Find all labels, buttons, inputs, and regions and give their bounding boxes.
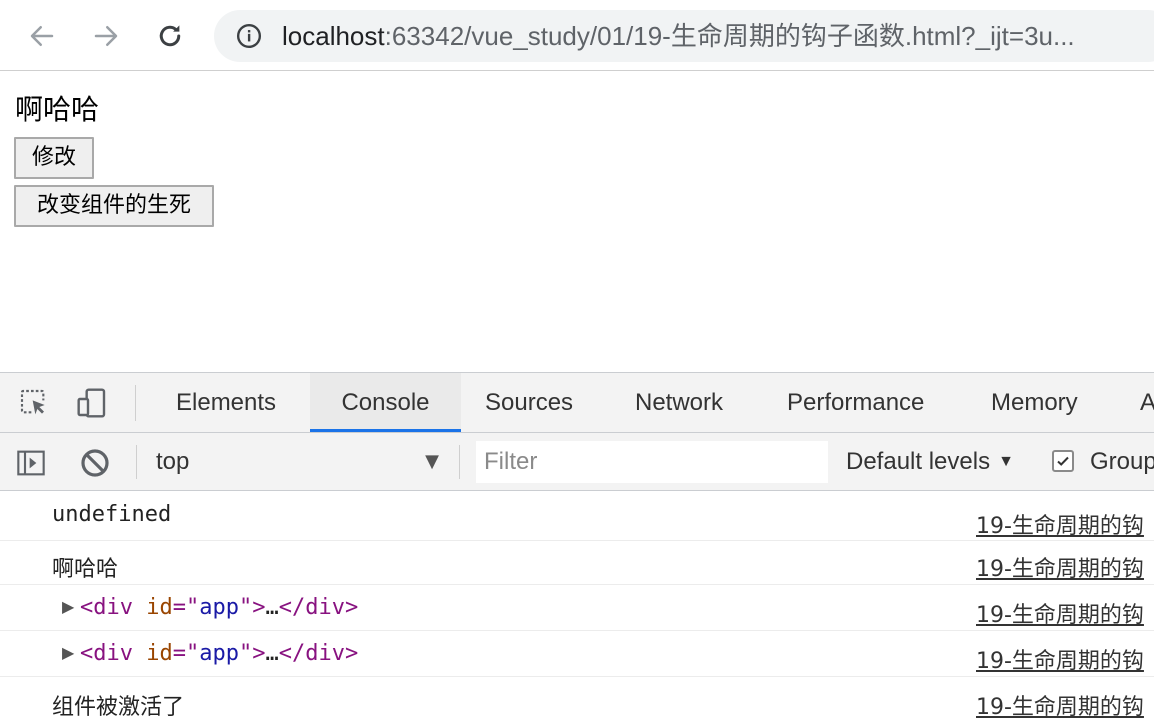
reload-icon — [159, 25, 181, 47]
url-path: :63342/vue_study/01/19-生命周期的钩子函数.html?_i… — [384, 21, 1075, 51]
arrow-left-icon — [30, 26, 54, 46]
device-icon — [77, 388, 106, 418]
clear-icon — [81, 449, 109, 477]
log-levels-label: Default levels — [846, 448, 991, 475]
console-message: undefined 19-生命周期的钩 — [0, 491, 1154, 541]
log-levels-dropdown[interactable]: Default levels ▼ — [846, 442, 1014, 482]
console-filter-input[interactable] — [476, 441, 828, 483]
console-source-link[interactable]: 19-生命周期的钩 — [976, 597, 1144, 629]
console-source-link[interactable]: 19-生命周期的钩 — [976, 508, 1144, 540]
tab-memory[interactable]: Memory — [991, 373, 1078, 432]
expand-triangle-icon[interactable]: ▶ — [62, 597, 74, 616]
inspect-element-button[interactable] — [16, 385, 52, 421]
toolbar-divider — [135, 385, 136, 421]
tab-sources[interactable]: Sources — [485, 373, 573, 432]
console-source-link[interactable]: 19-生命周期的钩 — [976, 689, 1144, 721]
info-icon[interactable] — [236, 23, 262, 49]
group-similar-checkbox[interactable] — [1052, 450, 1074, 472]
sidebar-icon — [17, 450, 45, 476]
console-message-text: 组件被激活了 — [52, 695, 185, 720]
console-message-text: undefined — [52, 502, 172, 527]
inspect-icon — [20, 389, 45, 415]
dropdown-arrow-icon: ▼ — [425, 451, 439, 472]
tab-console[interactable]: Console — [310, 373, 461, 432]
clear-console-button[interactable] — [78, 446, 112, 480]
browser-toolbar: localhost:63342/vue_study/01/19-生命周期的钩子函… — [0, 0, 1154, 71]
context-value: top — [156, 448, 190, 475]
filterbar-divider — [136, 445, 137, 479]
modify-button[interactable]: 修改 — [14, 137, 94, 179]
console-message[interactable]: ▶ <div id="app">…</div> 19-生命周期的钩 — [0, 631, 1154, 677]
console-element-node[interactable]: <div id="app">…</div> — [80, 595, 358, 620]
devtools-tabbar: Elements Console Sources Network Perform… — [0, 373, 1154, 433]
reload-button[interactable] — [152, 18, 188, 54]
console-filterbar: top ▼ Default levels ▼ Group — [0, 433, 1154, 491]
console-source-link[interactable]: 19-生命周期的钩 — [976, 643, 1144, 675]
back-button[interactable] — [24, 18, 60, 54]
devtools-panel: Elements Console Sources Network Perform… — [0, 372, 1154, 724]
console-message: 啊哈哈 19-生命周期的钩 — [0, 541, 1154, 585]
toggle-component-button[interactable]: 改变组件的生死 — [14, 185, 214, 227]
console-messages: undefined 19-生命周期的钩 啊哈哈 19-生命周期的钩 ▶ <div… — [0, 491, 1154, 725]
tab-application[interactable]: A — [1140, 373, 1154, 432]
group-similar-label: Group — [1090, 448, 1154, 475]
tab-performance[interactable]: Performance — [787, 373, 924, 432]
console-message[interactable]: ▶ <div id="app">…</div> 19-生命周期的钩 — [0, 585, 1154, 631]
console-element-node[interactable]: <div id="app">…</div> — [80, 641, 358, 666]
url-text: localhost:63342/vue_study/01/19-生命周期的钩子函… — [282, 20, 1075, 52]
checkmark-icon — [1057, 456, 1069, 466]
show-sidebar-button[interactable] — [14, 446, 48, 480]
device-toolbar-button[interactable] — [74, 385, 110, 421]
context-selector[interactable]: top ▼ — [150, 442, 445, 482]
address-bar[interactable]: localhost:63342/vue_study/01/19-生命周期的钩子函… — [214, 10, 1154, 62]
url-host: localhost — [282, 21, 385, 51]
forward-button[interactable] — [88, 18, 124, 54]
tab-elements[interactable]: Elements — [176, 373, 276, 432]
page-text: 啊哈哈 — [15, 93, 100, 126]
console-source-link[interactable]: 19-生命周期的钩 — [976, 551, 1144, 583]
dropdown-arrow-icon: ▼ — [998, 453, 1014, 470]
arrow-right-icon — [94, 26, 118, 46]
filterbar-divider — [459, 445, 460, 479]
console-message-text: 啊哈哈 — [52, 557, 119, 582]
tab-network[interactable]: Network — [635, 373, 723, 432]
page-viewport: 啊哈哈 修改 改变组件的生死 — [0, 72, 1154, 372]
expand-triangle-icon[interactable]: ▶ — [62, 643, 74, 662]
console-message: 组件被激活了 19-生命周期的钩 — [0, 677, 1154, 725]
